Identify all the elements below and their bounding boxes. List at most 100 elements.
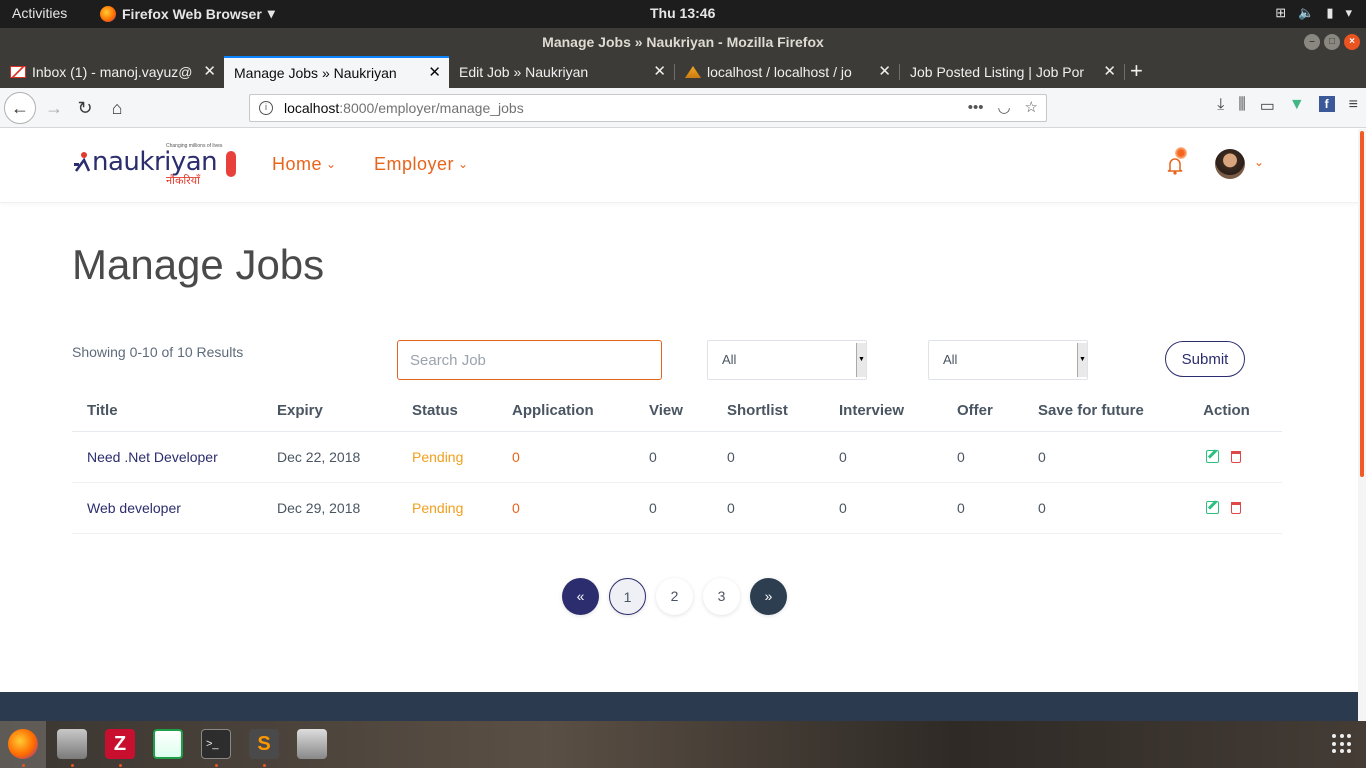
tab-manage-jobs[interactable]: Manage Jobs » Naukriyan ✕ <box>224 56 449 88</box>
close-tab-icon[interactable]: ✕ <box>653 56 666 88</box>
offer-count: 0 <box>942 482 1023 534</box>
tab-label: Job Posted Listing | Job Por <box>910 64 1085 80</box>
system-tray[interactable]: ⊞ 🔈 ▮ ▾ <box>1275 5 1352 21</box>
shortlist-count: 0 <box>712 431 824 483</box>
installer-icon[interactable] <box>297 729 327 759</box>
status-badge: Pending <box>397 431 497 483</box>
app-menu[interactable]: Firefox Web Browser ▾ <box>100 5 275 22</box>
close-tab-icon[interactable]: ✕ <box>428 58 441 88</box>
nav-employer-label: Employer <box>374 154 455 174</box>
notification-dot <box>1175 147 1187 159</box>
window-title: Manage Jobs » Naukriyan - Mozilla Firefo… <box>542 34 824 50</box>
minimize-icon[interactable]: – <box>1304 34 1320 50</box>
chevron-down-icon: ▾ <box>267 5 275 21</box>
job-title-link[interactable]: Web developer <box>72 482 262 534</box>
page-2-button[interactable]: 2 <box>656 578 693 615</box>
tab-edit-job[interactable]: Edit Job » Naukriyan ✕ <box>449 56 674 88</box>
close-icon[interactable]: × <box>1344 34 1360 50</box>
prev-page-button[interactable]: « <box>562 578 599 615</box>
scrollbar-thumb[interactable] <box>1360 131 1364 477</box>
maximize-icon[interactable]: □ <box>1324 34 1340 50</box>
nav-employer[interactable]: Employer ⌄ <box>374 154 469 175</box>
column-header[interactable]: Status <box>397 391 497 432</box>
status-badge: Pending <box>397 482 497 534</box>
activities-button[interactable]: Activities <box>12 5 67 21</box>
running-indicator <box>71 764 74 767</box>
interview-count: 0 <box>824 482 942 534</box>
logo-hindi: नौकरियाँ <box>166 175 200 187</box>
view-count: 0 <box>634 482 712 534</box>
edit-icon[interactable] <box>1206 501 1219 514</box>
nav-home[interactable]: Home ⌄ <box>272 154 337 175</box>
column-header[interactable]: Expiry <box>262 391 397 432</box>
home-icon[interactable]: ⌂ <box>103 94 131 122</box>
forward-arrow-icon[interactable]: → <box>40 94 68 122</box>
select-value: All <box>722 352 737 367</box>
select-value: All <box>943 352 958 367</box>
clock[interactable]: Thu 13:46 <box>650 5 715 21</box>
hamburger-menu-icon[interactable]: ≡ <box>1349 96 1358 116</box>
delete-icon[interactable] <box>1231 451 1241 463</box>
spreadsheet-icon[interactable] <box>153 729 183 759</box>
tab-inbox[interactable]: Inbox (1) - manoj.vayuz@ ✕ <box>0 56 224 88</box>
page-1-button[interactable]: 1 <box>609 578 646 615</box>
terminal-icon[interactable]: >_ <box>201 729 231 759</box>
filezilla-icon[interactable]: Z <box>105 729 135 759</box>
show-applications-icon[interactable] <box>1332 734 1352 754</box>
sidebar-icon[interactable]: ▭ <box>1260 96 1275 116</box>
page-title: Manage Jobs <box>72 241 325 288</box>
dropdown-arrow-icon: ▼ <box>1077 343 1087 377</box>
column-header[interactable]: Save for future <box>1023 391 1171 432</box>
volume-icon: 🔈 <box>1298 5 1315 20</box>
next-page-button[interactable]: » <box>750 578 787 615</box>
job-expiry: Dec 22, 2018 <box>262 431 397 483</box>
new-tab-icon[interactable]: + <box>1130 58 1143 84</box>
firefox-icon[interactable] <box>8 729 38 759</box>
url-bar[interactable]: i localhost:8000/employer/manage_jobs ••… <box>249 94 1047 122</box>
running-indicator <box>22 764 25 767</box>
site-info-icon[interactable]: i <box>259 101 273 115</box>
running-indicator <box>215 764 218 767</box>
facebook-icon[interactable]: f <box>1318 96 1335 112</box>
page-scrollbar[interactable] <box>1358 129 1366 721</box>
gmail-icon <box>10 66 26 78</box>
chevron-down-icon[interactable]: ⌄ <box>1254 155 1264 169</box>
type-filter-select[interactable]: All ▼ <box>928 340 1088 380</box>
files-icon[interactable] <box>57 729 87 759</box>
search-input[interactable] <box>397 340 662 380</box>
edit-icon[interactable] <box>1206 450 1219 463</box>
page-actions-icon[interactable]: ••• <box>968 95 984 121</box>
network-icon: ⊞ <box>1275 5 1287 20</box>
application-count[interactable]: 0 <box>497 431 634 483</box>
bookmark-star-icon[interactable]: ☆ <box>1025 95 1038 121</box>
page-3-button[interactable]: 3 <box>703 578 740 615</box>
sublime-text-icon[interactable]: S <box>249 729 279 759</box>
back-arrow-icon[interactable]: ← <box>4 92 36 124</box>
naukriyan-logo[interactable]: naukriyan Changing millions of lives नौक… <box>74 143 244 187</box>
vue-devtools-icon[interactable]: ▼ <box>1289 96 1305 116</box>
column-header[interactable]: View <box>634 391 712 432</box>
library-icon[interactable]: ⫼ <box>1238 96 1245 116</box>
close-tab-icon[interactable]: ✕ <box>203 56 216 88</box>
avatar[interactable] <box>1215 149 1245 179</box>
action-cell <box>1171 482 1282 534</box>
download-icon[interactable]: ⤓ <box>1217 96 1224 116</box>
close-tab-icon[interactable]: ✕ <box>1103 56 1116 88</box>
submit-button[interactable]: Submit <box>1165 341 1245 377</box>
column-header[interactable]: Application <box>497 391 634 432</box>
reload-icon[interactable]: ↻ <box>71 94 99 122</box>
column-header[interactable]: Title <box>72 391 262 432</box>
application-count[interactable]: 0 <box>497 482 634 534</box>
pocket-icon[interactable]: ◡ <box>997 95 1010 121</box>
tab-job-posted-listing[interactable]: Job Posted Listing | Job Por ✕ <box>900 56 1124 88</box>
status-filter-select[interactable]: All ▼ <box>707 340 867 380</box>
action-cell <box>1171 431 1282 483</box>
column-header[interactable]: Offer <box>942 391 1023 432</box>
delete-icon[interactable] <box>1231 502 1241 514</box>
column-header[interactable]: Interview <box>824 391 942 432</box>
column-header[interactable]: Shortlist <box>712 391 824 432</box>
notification-bell-icon[interactable] <box>1166 147 1187 175</box>
close-tab-icon[interactable]: ✕ <box>878 56 891 88</box>
job-title-link[interactable]: Need .Net Developer <box>72 431 262 483</box>
tab-phpmyadmin[interactable]: localhost / localhost / jo ✕ <box>675 56 899 88</box>
